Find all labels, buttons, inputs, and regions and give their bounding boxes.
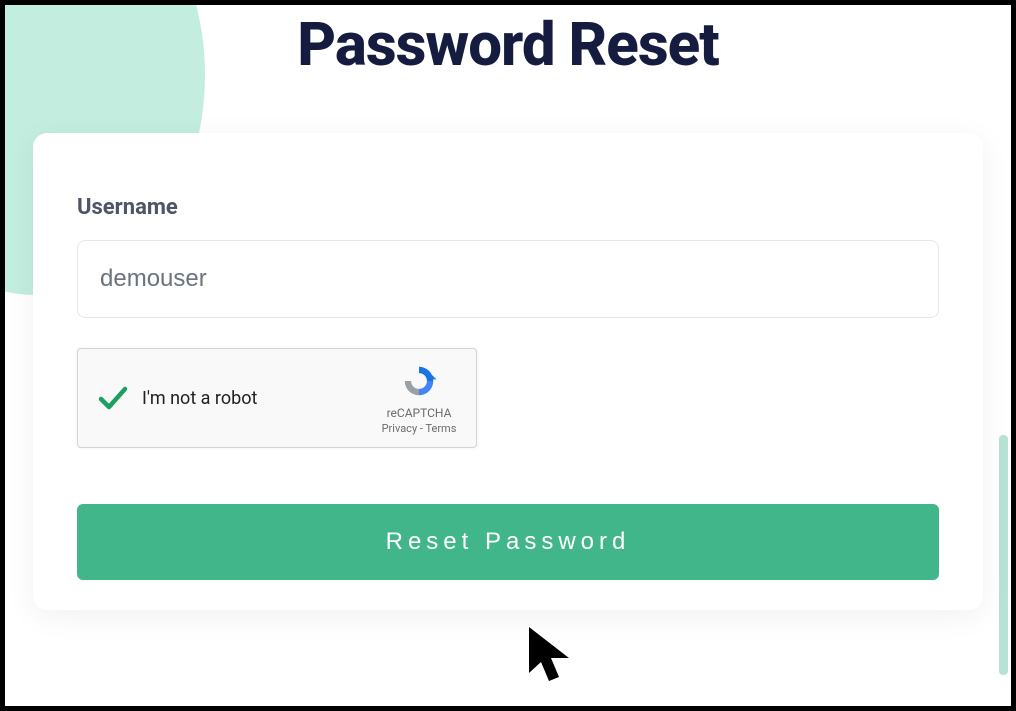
page-frame: Password Reset Username I'm not a robot (0, 0, 1016, 711)
recaptcha-logo-icon (400, 362, 438, 404)
recaptcha-brand-block: reCAPTCHA Privacy - Terms (374, 362, 464, 435)
recaptcha-brand: reCAPTCHA (387, 406, 452, 420)
recaptcha-terms-link[interactable]: Terms (425, 422, 456, 435)
recaptcha-label: I'm not a robot (136, 388, 374, 409)
username-label: Username (77, 195, 939, 220)
recaptcha-links: Privacy - Terms (382, 422, 457, 435)
reset-password-button[interactable]: Reset Password (77, 504, 939, 580)
side-accent (999, 435, 1008, 675)
header: Password Reset (5, 5, 1011, 115)
recaptcha-check-icon (90, 380, 136, 416)
recaptcha-privacy-link[interactable]: Privacy (382, 422, 418, 435)
page-title: Password Reset (5, 5, 1011, 80)
username-input[interactable] (77, 240, 939, 318)
recaptcha-widget[interactable]: I'm not a robot reCAPTCHA Privacy - Term… (77, 348, 477, 448)
cursor-icon (525, 625, 581, 695)
reset-card: Username I'm not a robot reCAPTCH (33, 133, 983, 610)
